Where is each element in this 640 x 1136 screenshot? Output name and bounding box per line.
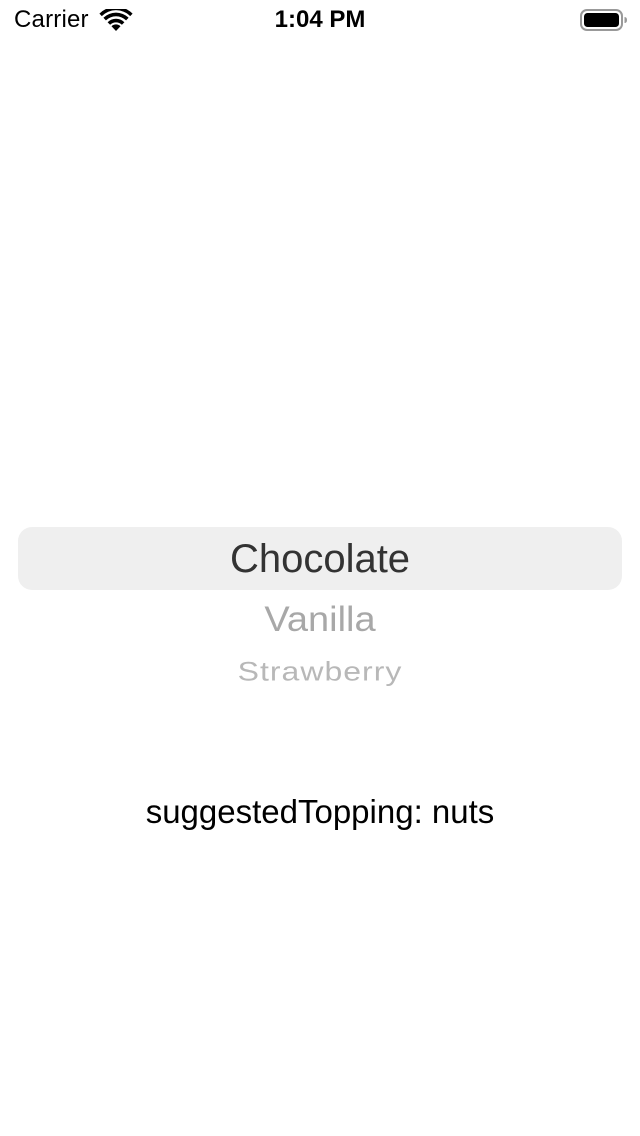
flavor-picker[interactable]: Chocolate Vanilla Strawberry	[18, 500, 622, 700]
picker-option-chocolate[interactable]: Chocolate	[18, 536, 622, 582]
picker-option-strawberry[interactable]: Strawberry	[18, 655, 622, 687]
status-bar: Carrier 1:04 PM	[0, 0, 640, 40]
battery-icon	[580, 9, 627, 31]
screen: Carrier 1:04 PM Chocolate Vanilla Strawb…	[0, 0, 640, 1136]
status-time: 1:04 PM	[274, 6, 366, 33]
suggested-topping-label: suggestedTopping: nuts	[145, 793, 495, 830]
picker-option-vanilla[interactable]: Vanilla	[18, 600, 622, 641]
